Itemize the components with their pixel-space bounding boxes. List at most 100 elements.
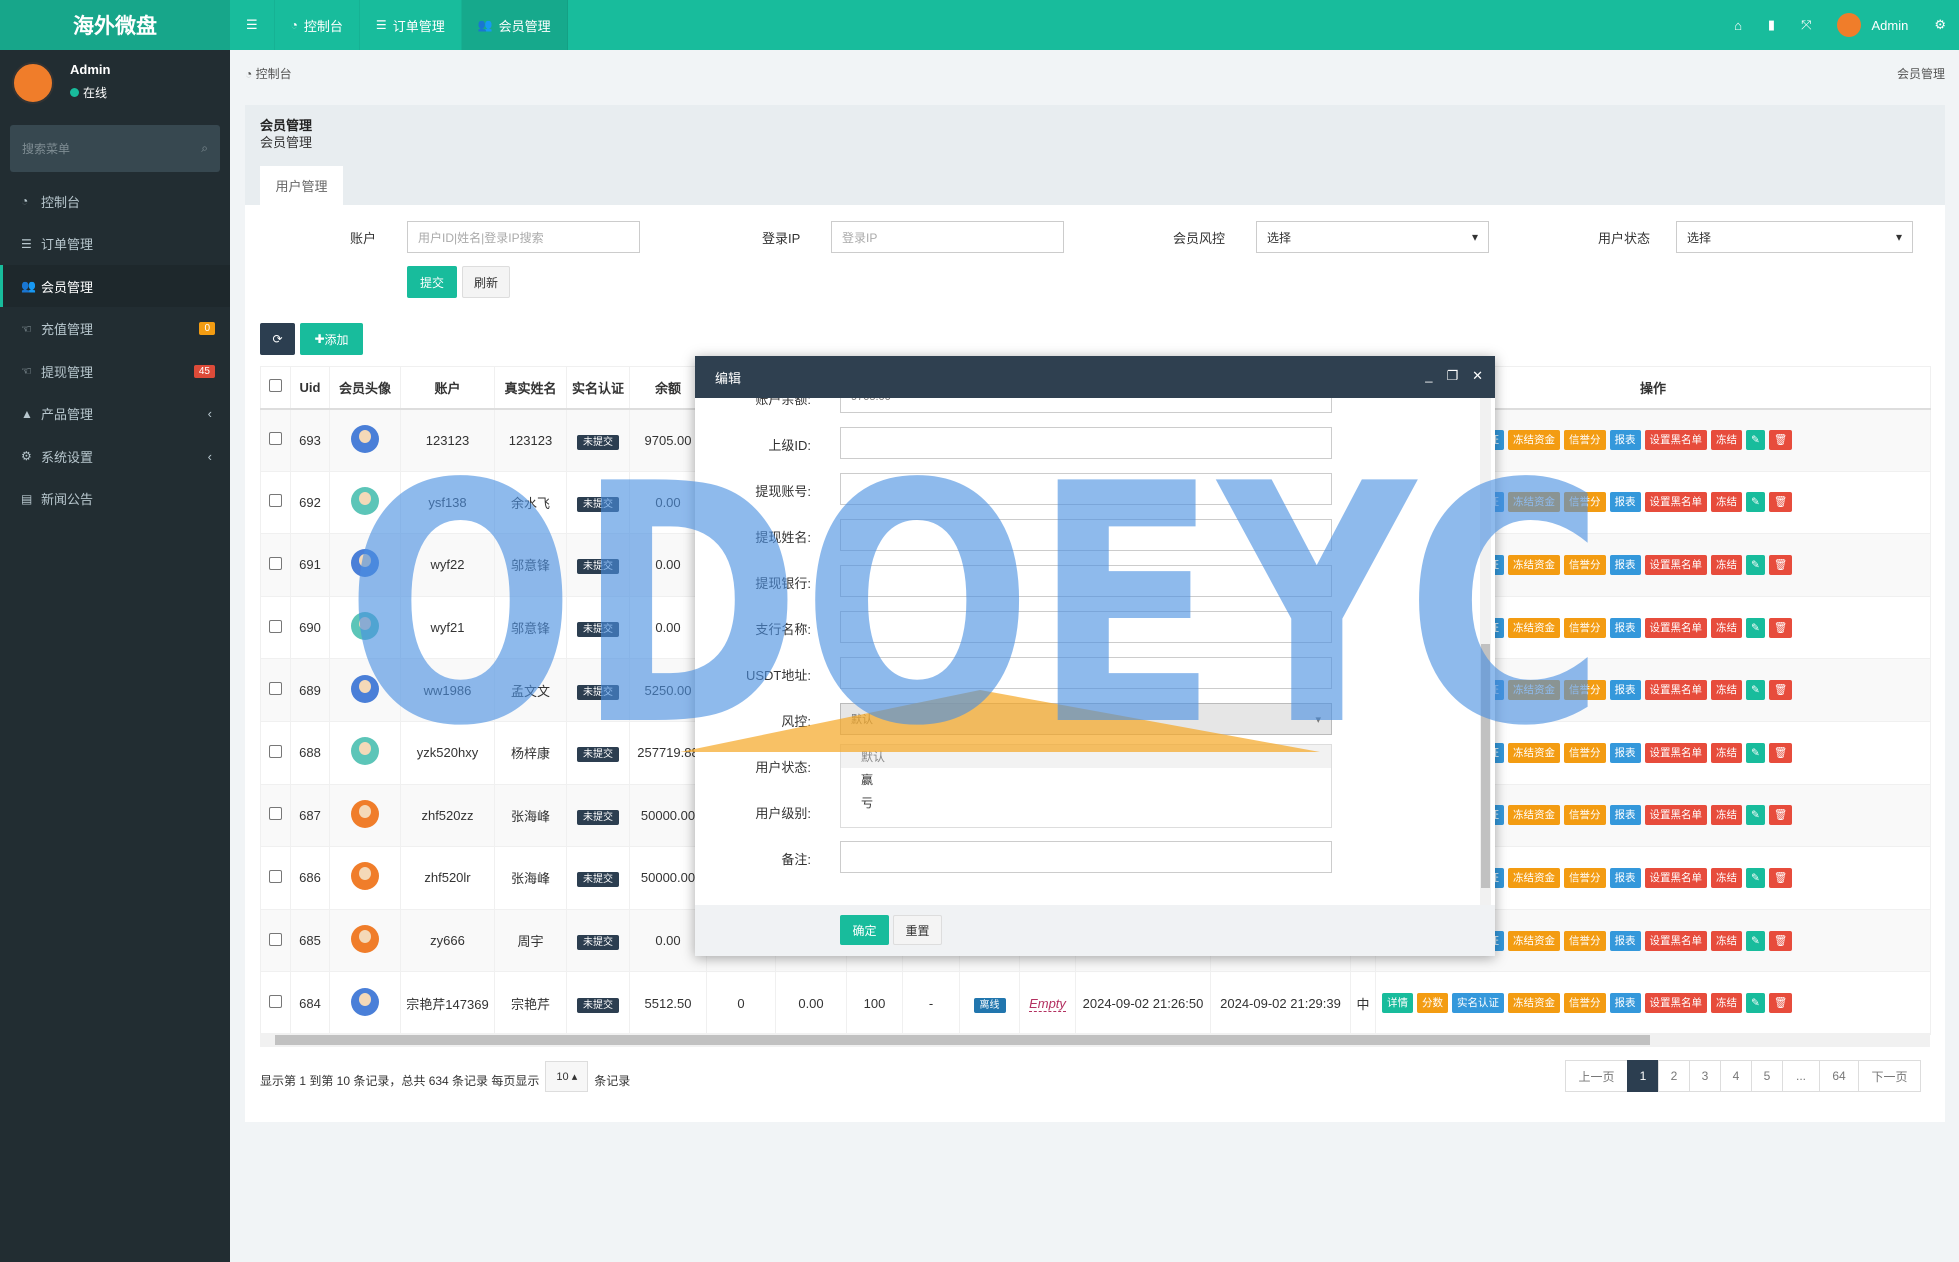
form-input[interactable] [840,611,1332,643]
action-button-信誉分[interactable]: 信誉分 [1564,617,1606,638]
page-size-select[interactable]: 10 ▴ [545,1061,589,1092]
action-button-冻结资金[interactable]: 冻结资金 [1508,617,1560,638]
action-button-冻结资金[interactable]: 冻结资金 [1508,930,1560,951]
action-button-✎[interactable]: ✎ [1746,680,1765,701]
dropdown-option[interactable]: 赢 [841,768,1331,791]
checkbox[interactable] [269,807,282,821]
row-checkbox-cell[interactable] [260,470,291,535]
reset-button[interactable]: 重置 [893,915,942,945]
maximize-icon[interactable]: ❐ [1446,368,1458,384]
checkbox[interactable] [269,494,282,508]
sidebar-toggle-button[interactable]: ☰ [230,0,275,50]
page-button[interactable]: 3 [1689,1060,1721,1092]
action-button-报表[interactable]: 报表 [1609,993,1641,1014]
user-menu[interactable]: Admin [1871,18,1908,33]
action-button-报表[interactable]: 报表 [1609,742,1641,763]
action-button-冻结[interactable]: 冻结 [1711,993,1742,1014]
checkbox[interactable] [269,432,282,446]
sidebar-item[interactable]: 👥 会员管理 [0,265,230,307]
checkbox[interactable] [269,619,282,633]
confirm-button[interactable]: 确定 [840,915,889,945]
row-checkbox-cell[interactable] [260,595,291,660]
action-button-信誉分[interactable]: 信誉分 [1564,680,1606,701]
page-button[interactable]: 2 [1658,1060,1690,1092]
action-button-✎[interactable]: ✎ [1746,430,1765,451]
sidebar-item[interactable]: ☜ 提现管理 45 [0,350,230,392]
action-button-报表[interactable]: 报表 [1609,617,1641,638]
select-all-checkbox[interactable] [260,366,291,410]
checkbox[interactable] [269,869,282,883]
editable-link[interactable]: Empty [1029,995,1066,1012]
checkbox[interactable] [269,932,282,946]
prev-page-button[interactable]: 上一页 [1565,1060,1628,1092]
action-button-信誉分[interactable]: 信誉分 [1564,805,1606,826]
dropdown-option[interactable]: 亏 [841,791,1331,814]
action-button-报表[interactable]: 报表 [1609,805,1641,826]
sidebar-item[interactable]: ▲ 产品管理 ‹ [0,393,230,435]
scrollbar-thumb[interactable] [1481,644,1490,888]
scrollbar-thumb[interactable] [275,1035,1650,1045]
action-button-✎[interactable]: ✎ [1746,742,1765,763]
page-button[interactable]: 5 [1751,1060,1783,1092]
breadcrumb-home[interactable]: 控制台 [256,67,292,81]
action-button-🗑[interactable]: 🗑 [1768,742,1793,763]
action-button-✎[interactable]: ✎ [1746,492,1765,513]
action-button-设置黑名单[interactable]: 设置黑名单 [1644,930,1707,951]
row-checkbox-cell[interactable] [260,908,291,973]
action-button-设置黑名单[interactable]: 设置黑名单 [1644,617,1707,638]
form-input[interactable] [840,565,1332,597]
action-button-冻结资金[interactable]: 冻结资金 [1508,742,1560,763]
sidebar-item[interactable]: ☜ 充值管理 0 [0,308,230,350]
action-button-实名认证[interactable]: 实名认证 [1452,993,1504,1014]
ip-input[interactable]: 登录IP [831,221,1064,253]
action-button-🗑[interactable]: 🗑 [1768,492,1793,513]
action-button-信誉分[interactable]: 信誉分 [1564,993,1606,1014]
action-button-设置黑名单[interactable]: 设置黑名单 [1644,680,1707,701]
action-button-冻结[interactable]: 冻结 [1711,742,1742,763]
action-button-冻结[interactable]: 冻结 [1711,805,1742,826]
risk-select[interactable]: 选择 ▾ [1256,221,1489,253]
action-button-报表[interactable]: 报表 [1609,492,1641,513]
page-button[interactable]: 64 [1819,1060,1859,1092]
account-search-input[interactable]: 用户ID|姓名|登录IP搜索 [407,221,640,253]
page-button[interactable]: 1 [1627,1060,1659,1092]
action-button-报表[interactable]: 报表 [1609,430,1641,451]
action-button-报表[interactable]: 报表 [1609,930,1641,951]
action-button-✎[interactable]: ✎ [1746,993,1765,1014]
action-button-冻结[interactable]: 冻结 [1711,680,1742,701]
topnav-members[interactable]: 👥 会员管理 [461,0,568,50]
action-button-设置黑名单[interactable]: 设置黑名单 [1644,993,1707,1014]
action-button-报表[interactable]: 报表 [1609,867,1641,888]
action-button-冻结[interactable]: 冻结 [1711,492,1742,513]
row-checkbox-cell[interactable] [260,971,291,1035]
next-page-button[interactable]: 下一页 [1858,1060,1921,1092]
sidebar-item[interactable]: ☰ 订单管理 [0,223,230,265]
action-button-🗑[interactable]: 🗑 [1768,554,1793,575]
action-button-设置黑名单[interactable]: 设置黑名单 [1644,867,1707,888]
app-logo[interactable]: 海外微盘 [0,0,230,50]
action-button-设置黑名单[interactable]: 设置黑名单 [1644,742,1707,763]
action-button-🗑[interactable]: 🗑 [1768,867,1793,888]
row-checkbox-cell[interactable] [260,658,291,722]
action-button-✎[interactable]: ✎ [1746,617,1765,638]
action-button-冻结资金[interactable]: 冻结资金 [1508,867,1560,888]
risk-select[interactable]: 默认 ▾ [840,703,1332,735]
horizontal-scrollbar[interactable] [260,1033,1930,1047]
refresh-button[interactable]: 刷新 [462,266,510,298]
avatar[interactable] [1837,13,1862,37]
action-button-信誉分[interactable]: 信誉分 [1564,430,1606,451]
sidebar-item[interactable]: ▤ 新闻公告 [0,478,230,520]
action-button-冻结资金[interactable]: 冻结资金 [1508,554,1560,575]
action-button-设置黑名单[interactable]: 设置黑名单 [1644,554,1707,575]
action-button-信誉分[interactable]: 信誉分 [1564,492,1606,513]
action-button-✎[interactable]: ✎ [1746,867,1765,888]
status-select[interactable]: 选择 ▾ [1676,221,1913,253]
form-input[interactable] [840,841,1332,873]
action-button-✎[interactable]: ✎ [1746,805,1765,826]
page-button[interactable]: 4 [1720,1060,1752,1092]
topnav-dashboard[interactable]: ◔ 控制台 [275,0,360,50]
action-button-设置黑名单[interactable]: 设置黑名单 [1644,805,1707,826]
action-button-分数[interactable]: 分数 [1417,993,1448,1014]
action-button-信誉分[interactable]: 信誉分 [1564,554,1606,575]
action-button-冻结资金[interactable]: 冻结资金 [1508,805,1560,826]
